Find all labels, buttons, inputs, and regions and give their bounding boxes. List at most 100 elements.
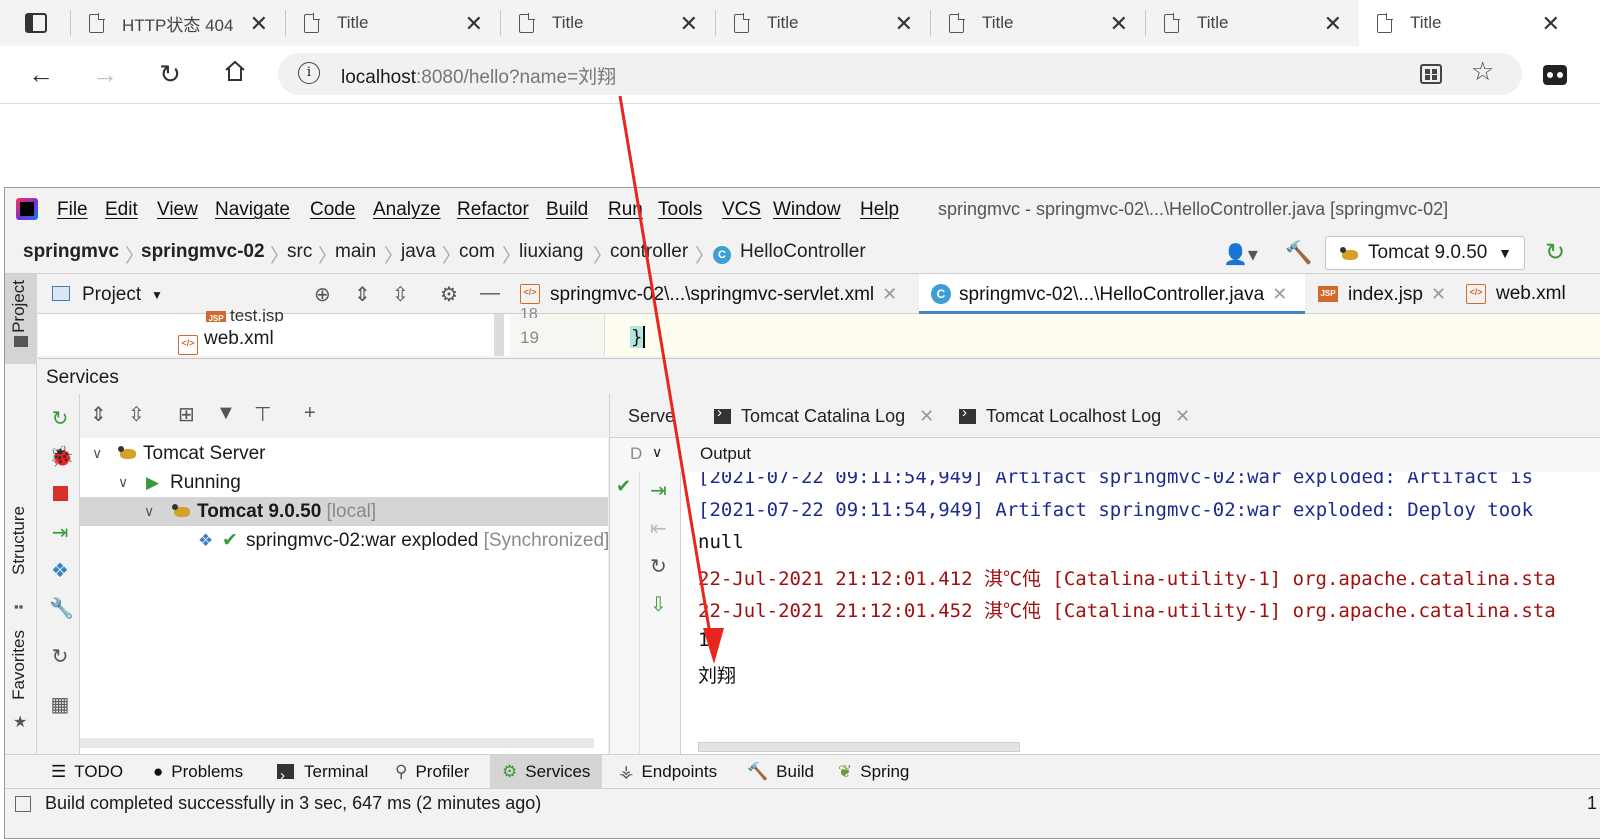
project-tool-tab[interactable]: Project [9, 280, 29, 333]
close-tab-icon[interactable]: ✕ [1431, 284, 1446, 304]
browser-tab[interactable]: HTTP状态 404 ✕ [71, 0, 284, 46]
chevron-down-icon[interactable]: ∨ [144, 497, 154, 526]
menu-tools[interactable]: Tools [658, 199, 702, 221]
menu-code[interactable]: Code [310, 199, 355, 221]
browser-tab[interactable]: Title ✕ [931, 0, 1144, 46]
forward-icon[interactable]: → [90, 59, 120, 89]
hide-icon[interactable]: — [480, 282, 500, 305]
browser-tab[interactable]: Title ✕ [286, 0, 499, 46]
refresh-icon[interactable]: ↻ [650, 554, 667, 579]
gear-icon[interactable]: ⚙ [440, 282, 458, 307]
undeploy-icon[interactable]: ⇤ [650, 516, 667, 541]
close-tab-icon[interactable]: ✕ [1324, 11, 1342, 37]
menu-window[interactable]: Window [773, 199, 841, 221]
close-tab-icon[interactable]: ✕ [465, 11, 483, 37]
structure-tool-tab[interactable]: Structure [9, 506, 29, 575]
close-tab-icon[interactable]: ✕ [919, 406, 934, 426]
close-tab-icon[interactable]: ✕ [1175, 406, 1190, 426]
back-icon[interactable]: ← [26, 59, 56, 89]
tab-actions-icon[interactable] [25, 13, 47, 33]
crumb-src[interactable]: src [287, 241, 312, 263]
console-output[interactable]: [2021-07-22 09:11:54,949] Artifact sprin… [681, 472, 1600, 754]
group-by-icon[interactable]: ⊞ [178, 402, 195, 427]
tool-todo[interactable]: ☰ TODO [51, 755, 123, 789]
menu-edit[interactable]: Edit [105, 199, 138, 221]
close-tab-icon[interactable]: ✕ [1272, 284, 1287, 304]
artifact-icon[interactable]: ❖ [49, 560, 71, 582]
close-tab-icon[interactable]: ✕ [680, 11, 698, 37]
close-tab-icon[interactable]: ✕ [895, 11, 913, 37]
extension-icon[interactable] [1543, 65, 1567, 85]
tree-scrollbar[interactable] [494, 314, 504, 356]
rerun-icon[interactable]: ↻ [49, 408, 71, 430]
deploy-icon[interactable]: ⇥ [650, 478, 667, 503]
refresh-icon[interactable]: ↻ [155, 59, 185, 89]
close-tab-icon[interactable]: ✕ [1110, 11, 1128, 37]
menu-help[interactable]: Help [860, 199, 899, 221]
editor-tab-servlet-xml[interactable]: </> springmvc-02\...\springmvc-servlet.xm… [510, 274, 914, 314]
code-line[interactable]: } [630, 326, 646, 348]
build-hammer-icon[interactable]: 🔨 [1285, 240, 1312, 266]
editor-tab-index-jsp[interactable]: JSP index.jsp ✕ [1308, 274, 1454, 314]
project-view-select[interactable]: Project [82, 284, 141, 306]
filter-icon[interactable]: ▼ [216, 402, 236, 425]
tree-item-partial[interactable]: JSP test.jsp [206, 306, 284, 322]
tool-problems[interactable]: ● Problems [153, 755, 243, 789]
refresh-icon[interactable]: ↻ [49, 646, 71, 668]
crumb-java[interactable]: java [401, 241, 436, 263]
horizontal-scrollbar[interactable] [80, 738, 594, 748]
browser-tab[interactable]: Title ✕ [716, 0, 929, 46]
wrench-icon[interactable]: 🔧 [49, 598, 74, 620]
browser-tab[interactable]: Title ✕ [1146, 0, 1358, 46]
run-config-select[interactable]: Tomcat 9.0.50 ▼ [1325, 236, 1525, 270]
collapse-all-icon[interactable]: ⇳ [392, 282, 409, 307]
crumb-project[interactable]: springmvc [23, 241, 119, 263]
menu-file[interactable]: File [57, 199, 88, 221]
chevron-down-icon[interactable]: ∨ [92, 439, 102, 468]
add-favorite-icon[interactable]: ☆ [1471, 56, 1494, 87]
crumb-module[interactable]: springmvc-02 [141, 241, 265, 263]
status-toggle-icon[interactable] [15, 796, 31, 812]
close-tab-icon[interactable]: ✕ [1542, 11, 1560, 37]
browser-tab-active[interactable]: Title ✕ [1359, 0, 1600, 46]
site-info-icon[interactable]: i [298, 62, 320, 84]
collapse-all-icon[interactable]: ⇳ [128, 402, 145, 427]
menu-build[interactable]: Build [546, 199, 588, 221]
tree-node-tomcat-instance[interactable]: ∨ Tomcat 9.0.50 [local] [80, 497, 608, 526]
menu-analyze[interactable]: Analyze [373, 199, 441, 221]
tab-localhost-log[interactable]: Tomcat Localhost Log ✕ [959, 404, 1190, 427]
home-icon[interactable] [220, 59, 250, 89]
tool-profiler[interactable]: ⚲ Profiler [395, 755, 469, 789]
menu-run[interactable]: Run [608, 199, 643, 221]
url-text[interactable]: localhost:8080/hello?name=刘翔 [341, 62, 616, 89]
crumb-liuxiang[interactable]: liuxiang [519, 241, 583, 263]
close-tab-icon[interactable]: ✕ [250, 11, 268, 37]
app-available-icon[interactable] [1420, 64, 1442, 84]
crumb-class[interactable]: HelloController [740, 241, 866, 263]
horizontal-scrollbar[interactable] [698, 742, 1020, 752]
menu-vcs[interactable]: VCS [722, 199, 761, 221]
stop-icon[interactable] [49, 484, 71, 506]
chevron-down-icon[interactable]: ▼ [151, 288, 163, 302]
tool-spring[interactable]: ❦ Spring [838, 755, 909, 789]
chevron-down-icon[interactable]: ∨ [652, 444, 662, 461]
menu-view[interactable]: View [157, 199, 198, 221]
crumb-com[interactable]: com [459, 241, 495, 263]
tab-server[interactable]: Server [628, 406, 676, 427]
deploy-icon[interactable]: ⇥ [49, 522, 71, 544]
address-bar[interactable]: i localhost:8080/hello?name=刘翔 ☆ [278, 53, 1522, 95]
tree-item-webxml[interactable]: </> web.xml [178, 328, 274, 355]
menu-navigate[interactable]: Navigate [215, 199, 290, 221]
crumb-main[interactable]: main [335, 241, 376, 263]
tab-catalina-log[interactable]: Tomcat Catalina Log ✕ [714, 404, 934, 427]
chevron-down-icon[interactable]: ∨ [118, 468, 128, 497]
code-editor[interactable]: 18 19 } [510, 306, 1600, 356]
user-icon[interactable]: 👤▾ [1223, 242, 1258, 267]
tool-build[interactable]: 🔨 Build [747, 755, 814, 789]
tree-node-artifact[interactable]: ❖ ✔ springmvc-02:war exploded [Synchroni… [80, 526, 608, 555]
menu-refactor[interactable]: Refactor [457, 199, 529, 221]
tool-terminal[interactable]: Terminal [277, 755, 368, 793]
close-tab-icon[interactable]: ✕ [882, 284, 897, 304]
tree-node-running[interactable]: ∨ ▶ Running [80, 468, 608, 497]
browser-tab[interactable]: Title ✕ [501, 0, 714, 46]
